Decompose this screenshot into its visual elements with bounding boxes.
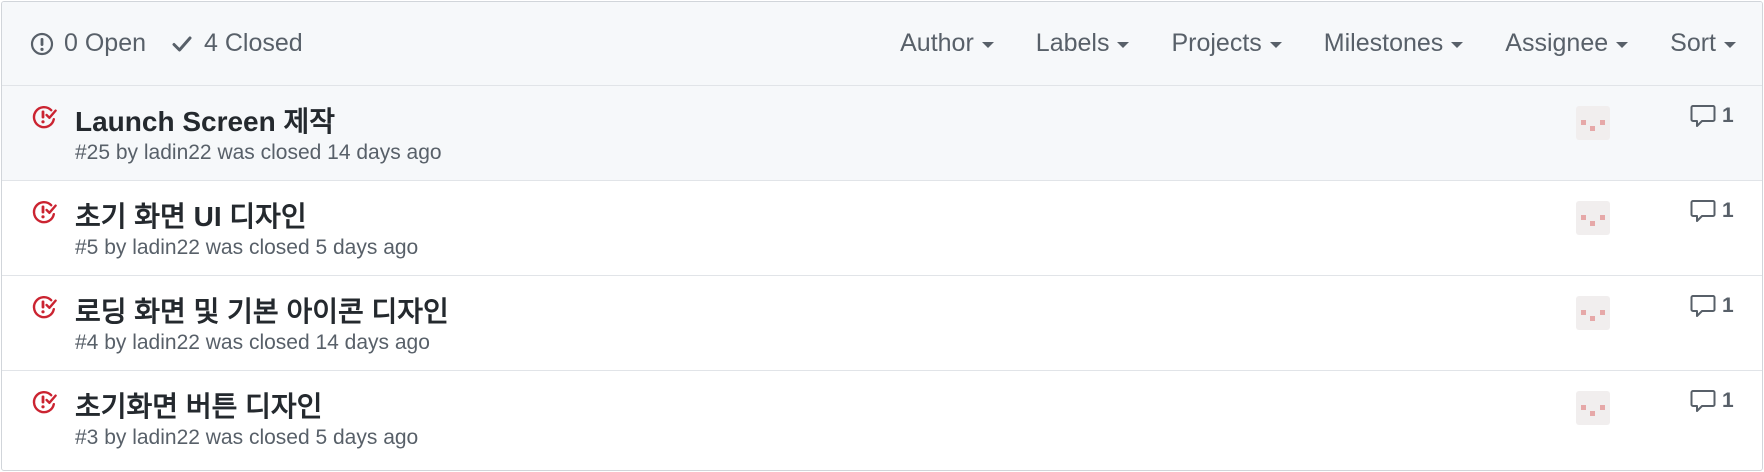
caret-down-icon	[1616, 42, 1629, 48]
comment-icon	[1690, 105, 1716, 127]
comment-count-link[interactable]: 1	[1690, 389, 1734, 413]
milestones-filter-label: Milestones	[1323, 29, 1444, 57]
issue-row[interactable]: 초기화면 버튼 디자인 #3 by ladin22 was closed 5 d…	[2, 371, 1762, 466]
filter-menus: Author Labels Projects Milestones Assign…	[900, 29, 1762, 58]
caret-down-icon	[1451, 42, 1464, 48]
state-toggles: 0 Open 4 Closed	[2, 29, 303, 58]
assignee-avatar[interactable]	[1576, 201, 1610, 235]
issue-row[interactable]: 초기 화면 UI 디자인 #5 by ladin22 was closed 5 …	[2, 181, 1762, 276]
labels-filter-label: Labels	[1035, 29, 1110, 57]
assignee-avatar[interactable]	[1576, 296, 1610, 330]
comment-count: 1	[1722, 199, 1734, 222]
issue-opened-icon	[30, 32, 54, 55]
comment-count: 1	[1722, 294, 1734, 317]
caret-down-icon	[1269, 42, 1282, 48]
comment-count-link[interactable]: 1	[1690, 104, 1734, 128]
issue-meta: #3 by ladin22 was closed 5 days ago	[75, 426, 419, 449]
author-filter[interactable]: Author	[900, 29, 994, 58]
issue-title-link[interactable]: 로딩 화면 및 기본 아이콘 디자인	[75, 290, 449, 330]
comment-icon	[1690, 295, 1716, 317]
issue-title-link[interactable]: 초기화면 버튼 디자인	[75, 385, 322, 425]
issue-row[interactable]: 로딩 화면 및 기본 아이콘 디자인 #4 by ladin22 was clo…	[2, 276, 1762, 371]
projects-filter[interactable]: Projects	[1171, 29, 1282, 58]
comment-icon	[1690, 390, 1716, 412]
assignee-filter[interactable]: Assignee	[1505, 29, 1629, 58]
assignee-filter-label: Assignee	[1505, 29, 1609, 57]
issue-closed-icon	[31, 294, 57, 320]
assignee-avatar[interactable]	[1576, 106, 1610, 140]
issue-meta: #4 by ladin22 was closed 14 days ago	[75, 331, 430, 354]
comment-icon	[1690, 200, 1716, 222]
issue-title-link[interactable]: Launch Screen 제작	[75, 100, 335, 140]
sort-filter[interactable]: Sort	[1670, 29, 1736, 58]
issue-title-link[interactable]: 초기 화면 UI 디자인	[75, 195, 307, 235]
open-count-label: 0 Open	[64, 29, 147, 57]
issue-meta: #25 by ladin22 was closed 14 days ago	[75, 141, 442, 164]
comment-count: 1	[1722, 104, 1734, 127]
author-filter-label: Author	[900, 29, 974, 57]
issue-closed-icon	[31, 389, 57, 415]
issue-closed-icon	[31, 199, 57, 225]
labels-filter[interactable]: Labels	[1036, 29, 1130, 58]
milestones-filter[interactable]: Milestones	[1324, 29, 1464, 58]
open-issues-tab[interactable]: 0 Open	[30, 29, 146, 58]
assignee-avatar[interactable]	[1576, 391, 1610, 425]
closed-issues-tab[interactable]: 4 Closed	[172, 29, 303, 58]
check-icon	[172, 36, 192, 51]
comment-count-link[interactable]: 1	[1690, 199, 1734, 223]
comment-count: 1	[1722, 389, 1734, 412]
caret-down-icon	[1724, 42, 1736, 48]
issue-closed-icon	[31, 104, 57, 130]
caret-down-icon	[981, 42, 994, 48]
issues-list-box: 0 Open 4 Closed Author Labels Projects M…	[1, 1, 1763, 471]
closed-count-label: 4 Closed	[204, 29, 303, 57]
issue-row[interactable]: Launch Screen 제작 #25 by ladin22 was clos…	[2, 86, 1762, 181]
comment-count-link[interactable]: 1	[1690, 294, 1734, 318]
issues-list-header: 0 Open 4 Closed Author Labels Projects M…	[2, 2, 1762, 86]
projects-filter-label: Projects	[1171, 29, 1262, 57]
issue-meta: #5 by ladin22 was closed 5 days ago	[75, 236, 419, 259]
sort-filter-label: Sort	[1670, 29, 1716, 57]
caret-down-icon	[1117, 42, 1130, 48]
